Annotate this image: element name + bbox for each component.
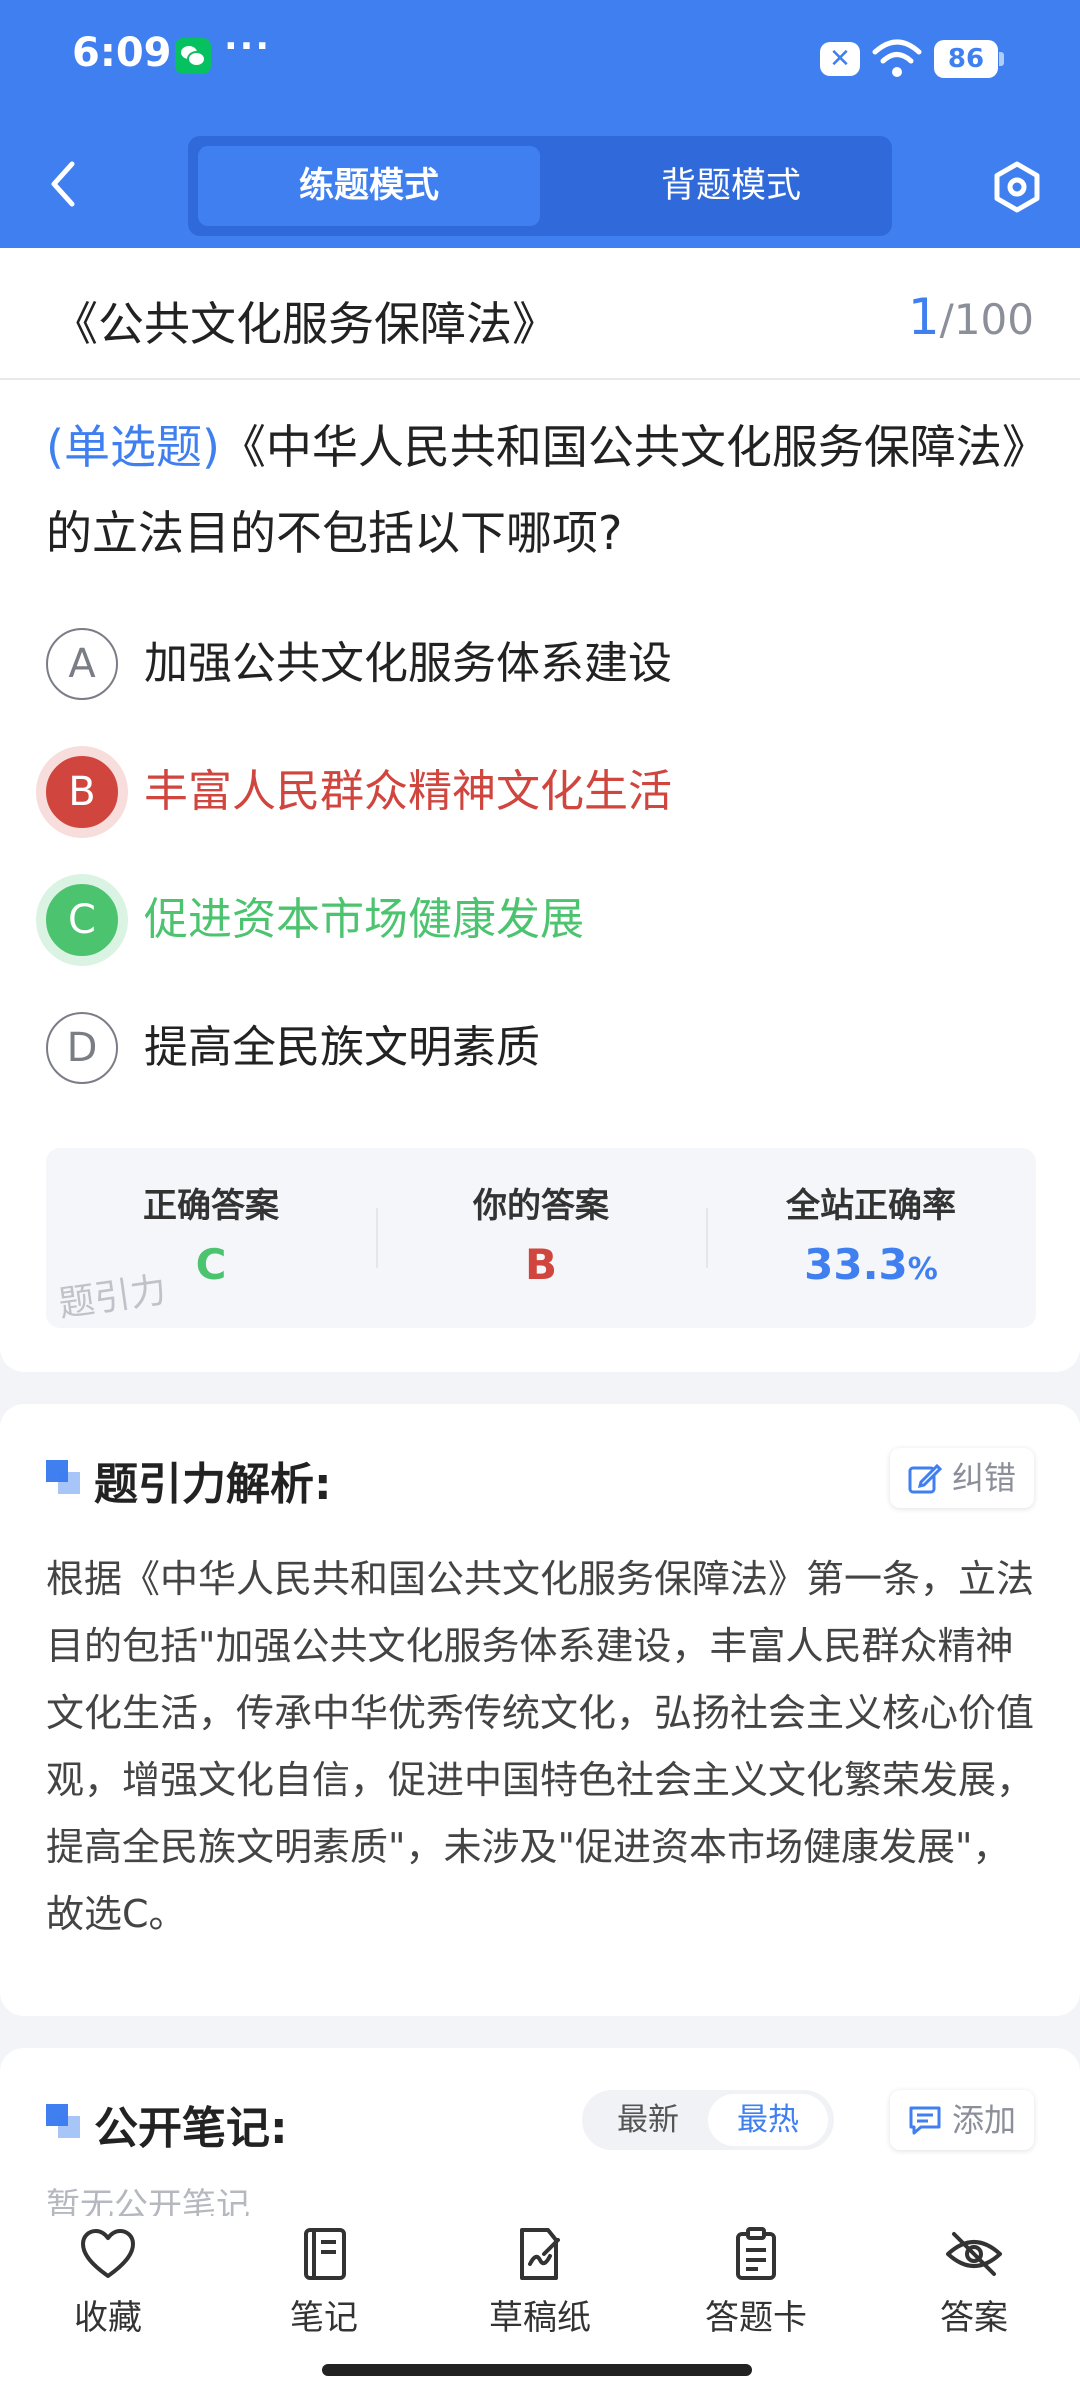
progress-total: /100 — [939, 295, 1034, 344]
option-text: 促进资本市场健康发展 — [144, 894, 584, 945]
wechat-icon — [175, 38, 211, 74]
option-d[interactable]: D 提高全民族文明素质 — [46, 1008, 1036, 1088]
top-header: 6:09 ··· ✕ 86 练题模式 背题模式 — [0, 0, 1080, 248]
nav-favorite[interactable]: 收藏 — [38, 2226, 178, 2339]
option-c[interactable]: C 促进资本市场健康发展 — [46, 880, 1036, 960]
status-bar: 6:09 ··· ✕ 86 — [0, 0, 1080, 120]
question-card: 《公共文化服务保障法》 1/100 (单选题)《中华人民共和国公共文化服务保障法… — [0, 248, 1080, 1372]
nav-favorite-label: 收藏 — [74, 2298, 142, 2338]
notes-sort-toggle: 最新 最热 — [582, 2090, 834, 2150]
option-b[interactable]: B 丰富人民群众精神文化生活 — [46, 752, 1036, 832]
wifi-icon — [872, 39, 922, 77]
section-squares-icon — [46, 1460, 82, 1496]
option-text: 丰富人民群众精神文化生活 — [144, 766, 672, 817]
divider — [0, 378, 1080, 380]
add-note-label: 添加 — [951, 2101, 1016, 2139]
status-time: 6:09 — [72, 30, 172, 76]
nav-answer[interactable]: 答案 — [904, 2226, 1044, 2339]
notebook-icon — [304, 2228, 346, 2280]
more-notifications-icon: ··· — [224, 26, 272, 67]
tab-practice-mode[interactable]: 练题模式 — [198, 146, 540, 226]
close-notification-icon: ✕ — [820, 42, 860, 76]
notes-title: 公开笔记: — [94, 2103, 288, 2154]
tab-memorize-mode[interactable]: 背题模式 — [560, 146, 902, 226]
nav-notes[interactable]: 笔记 — [254, 2226, 394, 2339]
back-arrow-icon[interactable] — [44, 158, 84, 210]
clipboard-icon — [736, 2227, 776, 2280]
site-accuracy-value: 33.3% — [706, 1240, 1036, 1289]
accuracy-unit: % — [907, 1252, 938, 1287]
question-type: (单选题) — [46, 420, 220, 474]
nav-answer-label: 答案 — [940, 2298, 1008, 2338]
analysis-card: 题引力解析: 纠错 根据《中华人民共和国公共文化服务保障法》第一条，立法目的包括… — [0, 1404, 1080, 2016]
eye-off-icon — [946, 2232, 1002, 2276]
edit-icon — [908, 1463, 942, 1494]
question-progress: 1/100 — [908, 288, 1034, 346]
nav-draft-label: 草稿纸 — [489, 2298, 591, 2338]
your-answer-value: B — [524, 1240, 557, 1289]
report-error-button[interactable]: 纠错 — [889, 1448, 1034, 1508]
sort-newest[interactable]: 最新 — [588, 2094, 708, 2146]
add-note-button[interactable]: 添加 — [889, 2090, 1034, 2150]
analysis-title: 题引力解析: — [94, 1459, 332, 1510]
nav-notes-label: 笔记 — [290, 2298, 358, 2338]
battery-icon: 86 — [934, 40, 1004, 78]
comment-icon — [909, 2106, 941, 2135]
option-letter: B — [46, 756, 118, 828]
settings-icon[interactable] — [990, 160, 1044, 214]
option-letter: D — [46, 1012, 118, 1084]
law-title: 《公共文化服务保障法》 — [52, 297, 558, 351]
option-text: 提高全民族文明素质 — [144, 1022, 540, 1073]
nav-draft[interactable]: 草稿纸 — [470, 2226, 610, 2339]
option-letter: C — [46, 884, 118, 956]
nav-answer-sheet-label: 答题卡 — [705, 2298, 807, 2338]
option-a[interactable]: A 加强公共文化服务体系建设 — [46, 624, 1036, 704]
site-accuracy-label: 全站正确率 — [786, 1186, 956, 1226]
site-accuracy: 全站正确率 33.3% — [706, 1148, 1036, 1328]
progress-current: 1 — [907, 288, 940, 346]
report-error-label: 纠错 — [951, 1459, 1016, 1497]
draft-icon — [520, 2228, 560, 2280]
accuracy-number: 33.3 — [804, 1240, 908, 1289]
analysis-text: 根据《中华人民共和国公共文化服务保障法》第一条，立法目的包括"加强公共文化服务体… — [46, 1557, 1035, 1936]
your-answer-label: 你的答案 — [473, 1186, 609, 1226]
correct-answer-label: 正确答案 — [143, 1186, 279, 1226]
option-letter: A — [46, 628, 118, 700]
heart-icon — [81, 2229, 135, 2278]
question-text: (单选题)《中华人民共和国公共文化服务保障法》的立法目的不包括以下哪项? — [46, 404, 1036, 576]
your-answer: 你的答案 B — [376, 1148, 706, 1328]
sort-hottest[interactable]: 最热 — [708, 2094, 828, 2146]
answer-summary: 正确答案 C 你的答案 B 全站正确率 33.3% 题引力 — [46, 1148, 1036, 1328]
home-indicator[interactable] — [322, 2364, 752, 2376]
section-squares-icon — [46, 2104, 82, 2140]
mode-tabs: 练题模式 背题模式 — [188, 136, 892, 236]
nav-answer-sheet[interactable]: 答题卡 — [686, 2226, 826, 2339]
option-text: 加强公共文化服务体系建设 — [144, 638, 672, 689]
